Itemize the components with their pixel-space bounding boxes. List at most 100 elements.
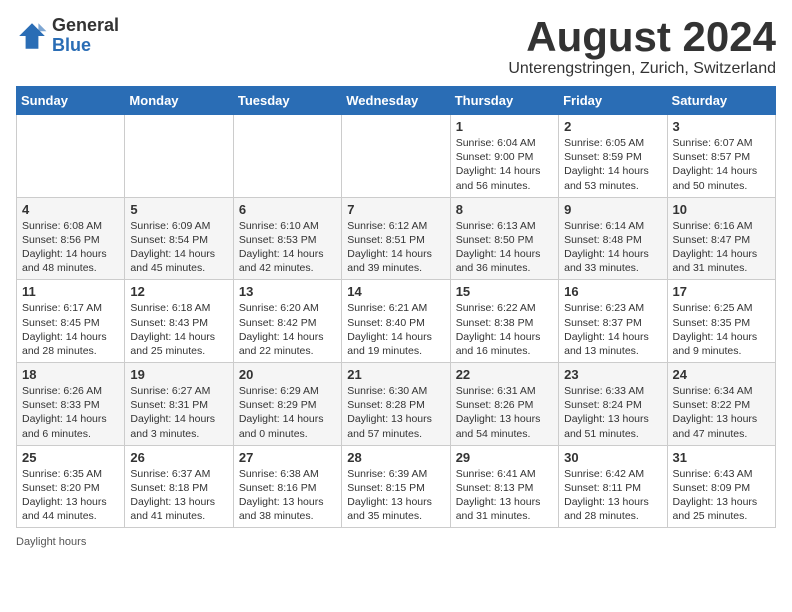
calendar-cell bbox=[125, 115, 233, 198]
calendar-cell: 1Sunrise: 6:04 AMSunset: 9:00 PMDaylight… bbox=[450, 115, 558, 198]
calendar-cell bbox=[233, 115, 341, 198]
day-number: 4 bbox=[22, 202, 119, 217]
day-info: Sunrise: 6:14 AMSunset: 8:48 PMDaylight:… bbox=[564, 219, 661, 276]
calendar-cell: 6 Sunrise: 6:10 AMSunset: 8:53 PMDaylight… bbox=[233, 197, 341, 280]
day-info: Sunrise: 6:41 AMSunset: 8:13 PMDaylight:… bbox=[456, 467, 553, 524]
title-block: August 2024 Unterengstringen, Zurich, Sw… bbox=[508, 16, 776, 78]
day-info: Sunrise: 6:26 AMSunset: 8:33 PMDaylight:… bbox=[22, 384, 119, 441]
day-info: Sunrise: 6:34 AMSunset: 8:22 PMDaylight:… bbox=[673, 384, 770, 441]
day-number: 23 bbox=[564, 367, 661, 382]
day-info: Sunrise: 6:17 AMSunset: 8:45 PMDaylight:… bbox=[22, 301, 119, 358]
calendar-cell: 7 Sunrise: 6:12 AMSunset: 8:51 PMDaylight… bbox=[342, 197, 450, 280]
day-info: Sunrise: 6:18 AMSunset: 8:43 PMDaylight:… bbox=[130, 301, 227, 358]
calendar-day-header: Sunday bbox=[17, 87, 125, 115]
logo-general-text: General bbox=[52, 16, 119, 36]
day-number: 3 bbox=[673, 119, 770, 134]
calendar-day-header: Saturday bbox=[667, 87, 775, 115]
calendar-cell: 20 Sunrise: 6:29 AMSunset: 8:29 PMDayligh… bbox=[233, 363, 341, 446]
day-number: 22 bbox=[456, 367, 553, 382]
day-number: 11 bbox=[22, 284, 119, 299]
day-info: Sunrise: 6:22 AMSunset: 8:38 PMDaylight:… bbox=[456, 301, 553, 358]
calendar-table: SundayMondayTuesdayWednesdayThursdayFrid… bbox=[16, 86, 776, 528]
day-number: 27 bbox=[239, 450, 336, 465]
day-info: Sunrise: 6:23 AMSunset: 8:37 PMDaylight:… bbox=[564, 301, 661, 358]
calendar-day-header: Thursday bbox=[450, 87, 558, 115]
calendar-cell: 16Sunrise: 6:23 AMSunset: 8:37 PMDayligh… bbox=[559, 280, 667, 363]
day-number: 9 bbox=[564, 202, 661, 217]
calendar-week-row: 25Sunrise: 6:35 AMSunset: 8:20 PMDayligh… bbox=[17, 445, 776, 528]
calendar-cell: 28Sunrise: 6:39 AMSunset: 8:15 PMDayligh… bbox=[342, 445, 450, 528]
day-number: 12 bbox=[130, 284, 227, 299]
day-info: Sunrise: 6:27 AMSunset: 8:31 PMDaylight:… bbox=[130, 384, 227, 441]
day-info: Sunrise: 6:13 AMSunset: 8:50 PMDaylight:… bbox=[456, 219, 553, 276]
calendar-cell: 27 Sunrise: 6:38 AMSunset: 8:16 PMDayligh… bbox=[233, 445, 341, 528]
day-number: 2 bbox=[564, 119, 661, 134]
calendar-cell: 21Sunrise: 6:30 AMSunset: 8:28 PMDayligh… bbox=[342, 363, 450, 446]
day-number: 8 bbox=[456, 202, 553, 217]
calendar-cell: 12 Sunrise: 6:18 AMSunset: 8:43 PMDayligh… bbox=[125, 280, 233, 363]
calendar-cell: 3Sunrise: 6:07 AMSunset: 8:57 PMDaylight… bbox=[667, 115, 775, 198]
day-number: 29 bbox=[456, 450, 553, 465]
location-subtitle: Unterengstringen, Zurich, Switzerland bbox=[508, 60, 776, 78]
calendar-cell: 24 Sunrise: 6:34 AMSunset: 8:22 PMDayligh… bbox=[667, 363, 775, 446]
day-number: 10 bbox=[673, 202, 770, 217]
page-header: General Blue August 2024 Unterengstringe… bbox=[16, 16, 776, 78]
day-number: 26 bbox=[130, 450, 227, 465]
calendar-cell: 30Sunrise: 6:42 AMSunset: 8:11 PMDayligh… bbox=[559, 445, 667, 528]
calendar-cell: 14Sunrise: 6:21 AMSunset: 8:40 PMDayligh… bbox=[342, 280, 450, 363]
calendar-cell: 10 Sunrise: 6:16 AMSunset: 8:47 PMDayligh… bbox=[667, 197, 775, 280]
calendar-cell: 5 Sunrise: 6:09 AMSunset: 8:54 PMDaylight… bbox=[125, 197, 233, 280]
day-info: Sunrise: 6:05 AMSunset: 8:59 PMDaylight:… bbox=[564, 136, 661, 193]
day-number: 31 bbox=[673, 450, 770, 465]
calendar-cell bbox=[342, 115, 450, 198]
day-info: Sunrise: 6:04 AMSunset: 9:00 PMDaylight:… bbox=[456, 136, 553, 193]
day-info: Sunrise: 6:20 AMSunset: 8:42 PMDaylight:… bbox=[239, 301, 336, 358]
day-number: 18 bbox=[22, 367, 119, 382]
logo-icon bbox=[16, 20, 48, 52]
calendar-cell: 17Sunrise: 6:25 AMSunset: 8:35 PMDayligh… bbox=[667, 280, 775, 363]
calendar-cell: 25Sunrise: 6:35 AMSunset: 8:20 PMDayligh… bbox=[17, 445, 125, 528]
calendar-day-header: Tuesday bbox=[233, 87, 341, 115]
day-number: 5 bbox=[130, 202, 227, 217]
logo-text: General Blue bbox=[52, 16, 119, 56]
day-number: 24 bbox=[673, 367, 770, 382]
day-number: 13 bbox=[239, 284, 336, 299]
day-number: 14 bbox=[347, 284, 444, 299]
day-number: 21 bbox=[347, 367, 444, 382]
calendar-day-header: Wednesday bbox=[342, 87, 450, 115]
day-info: Sunrise: 6:10 AMSunset: 8:53 PMDaylight:… bbox=[239, 219, 336, 276]
day-info: Sunrise: 6:09 AMSunset: 8:54 PMDaylight:… bbox=[130, 219, 227, 276]
day-info: Sunrise: 6:31 AMSunset: 8:26 PMDaylight:… bbox=[456, 384, 553, 441]
day-info: Sunrise: 6:29 AMSunset: 8:29 PMDaylight:… bbox=[239, 384, 336, 441]
day-number: 17 bbox=[673, 284, 770, 299]
calendar-cell: 11 Sunrise: 6:17 AMSunset: 8:45 PMDayligh… bbox=[17, 280, 125, 363]
day-info: Sunrise: 6:38 AMSunset: 8:16 PMDaylight:… bbox=[239, 467, 336, 524]
calendar-week-row: 4Sunrise: 6:08 AMSunset: 8:56 PMDaylight… bbox=[17, 197, 776, 280]
day-info: Sunrise: 6:16 AMSunset: 8:47 PMDaylight:… bbox=[673, 219, 770, 276]
day-info: Sunrise: 6:33 AMSunset: 8:24 PMDaylight:… bbox=[564, 384, 661, 441]
day-info: Sunrise: 6:43 AMSunset: 8:09 PMDaylight:… bbox=[673, 467, 770, 524]
calendar-week-row: 11 Sunrise: 6:17 AMSunset: 8:45 PMDayligh… bbox=[17, 280, 776, 363]
calendar-cell: 13 Sunrise: 6:20 AMSunset: 8:42 PMDayligh… bbox=[233, 280, 341, 363]
calendar-day-header: Monday bbox=[125, 87, 233, 115]
day-info: Sunrise: 6:42 AMSunset: 8:11 PMDaylight:… bbox=[564, 467, 661, 524]
day-number: 7 bbox=[347, 202, 444, 217]
calendar-cell: 31 Sunrise: 6:43 AMSunset: 8:09 PMDayligh… bbox=[667, 445, 775, 528]
calendar-cell: 19 Sunrise: 6:27 AMSunset: 8:31 PMDayligh… bbox=[125, 363, 233, 446]
calendar-cell: 8 Sunrise: 6:13 AMSunset: 8:50 PMDaylight… bbox=[450, 197, 558, 280]
day-info: Sunrise: 6:12 AMSunset: 8:51 PMDaylight:… bbox=[347, 219, 444, 276]
calendar-cell: 4Sunrise: 6:08 AMSunset: 8:56 PMDaylight… bbox=[17, 197, 125, 280]
day-number: 20 bbox=[239, 367, 336, 382]
daylight-label: Daylight hours bbox=[16, 536, 86, 548]
day-number: 19 bbox=[130, 367, 227, 382]
footer: Daylight hours bbox=[16, 536, 776, 548]
calendar-header-row: SundayMondayTuesdayWednesdayThursdayFrid… bbox=[17, 87, 776, 115]
day-number: 6 bbox=[239, 202, 336, 217]
calendar-week-row: 1Sunrise: 6:04 AMSunset: 9:00 PMDaylight… bbox=[17, 115, 776, 198]
calendar-week-row: 18 Sunrise: 6:26 AMSunset: 8:33 PMDayligh… bbox=[17, 363, 776, 446]
calendar-cell: 29 Sunrise: 6:41 AMSunset: 8:13 PMDayligh… bbox=[450, 445, 558, 528]
calendar-cell: 22 Sunrise: 6:31 AMSunset: 8:26 PMDayligh… bbox=[450, 363, 558, 446]
day-info: Sunrise: 6:37 AMSunset: 8:18 PMDaylight:… bbox=[130, 467, 227, 524]
day-number: 15 bbox=[456, 284, 553, 299]
day-number: 25 bbox=[22, 450, 119, 465]
